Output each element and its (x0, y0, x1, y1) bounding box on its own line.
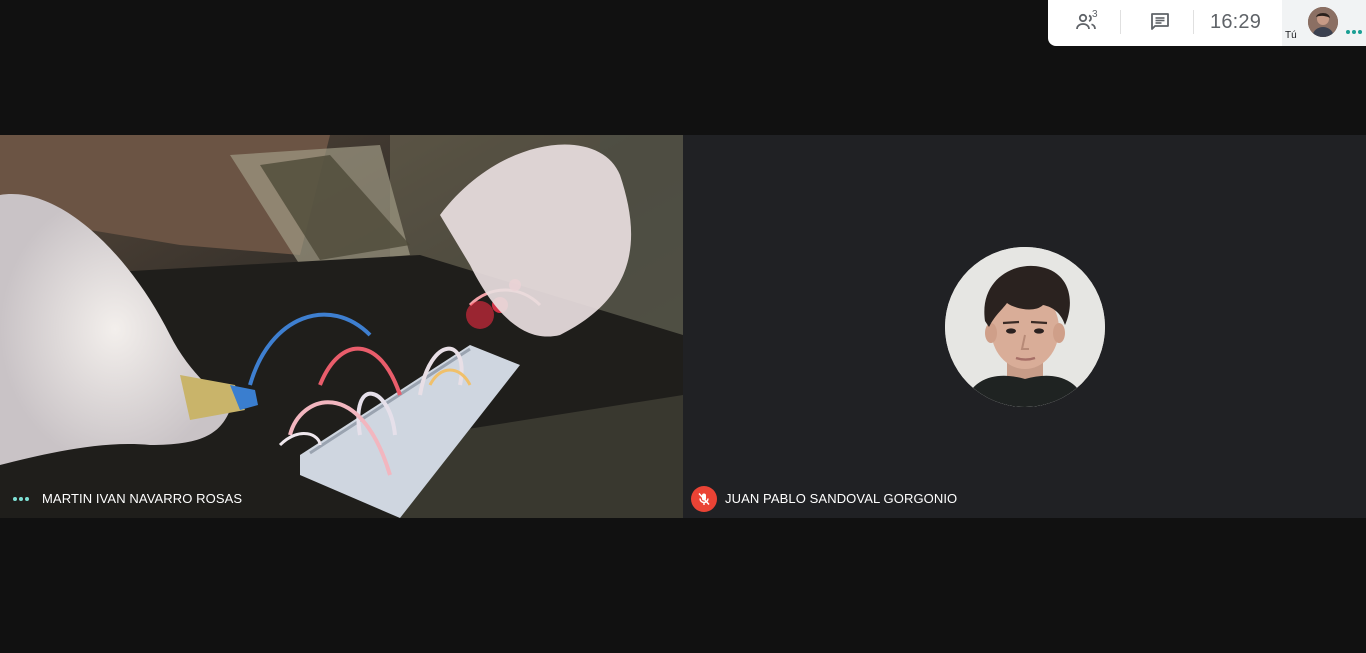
meeting-stage: 3 16:29 Tú MARTIN IVAN NAVARRO ROSAS JUA… (0, 0, 1366, 653)
speaking-indicator-icon (13, 497, 29, 501)
mic-off-icon (691, 486, 717, 512)
meeting-info-bar: 3 16:29 Tú (1048, 0, 1366, 46)
self-avatar (1308, 7, 1338, 37)
self-speaking-indicator-icon (1346, 30, 1362, 34)
divider (1120, 10, 1121, 34)
participants-count: 3 (1092, 9, 1098, 20)
chat-button[interactable] (1140, 0, 1180, 44)
chat-icon (1151, 13, 1169, 30)
self-view[interactable]: Tú (1282, 0, 1366, 46)
self-label: Tú (1285, 30, 1297, 41)
participant-name: MARTIN IVAN NAVARRO ROSAS (42, 491, 243, 506)
participant-avatar (945, 247, 1105, 407)
participant-tile[interactable]: JUAN PABLO SANDOVAL GORGONIO (683, 135, 1366, 518)
divider (1193, 10, 1194, 34)
participant-tile[interactable]: MARTIN IVAN NAVARRO ROSAS (0, 135, 683, 518)
participant-video (0, 135, 683, 518)
meeting-clock: 16:29 (1210, 11, 1262, 33)
participants-button[interactable]: 3 (1066, 0, 1106, 44)
participant-name: JUAN PABLO SANDOVAL GORGONIO (725, 491, 958, 506)
